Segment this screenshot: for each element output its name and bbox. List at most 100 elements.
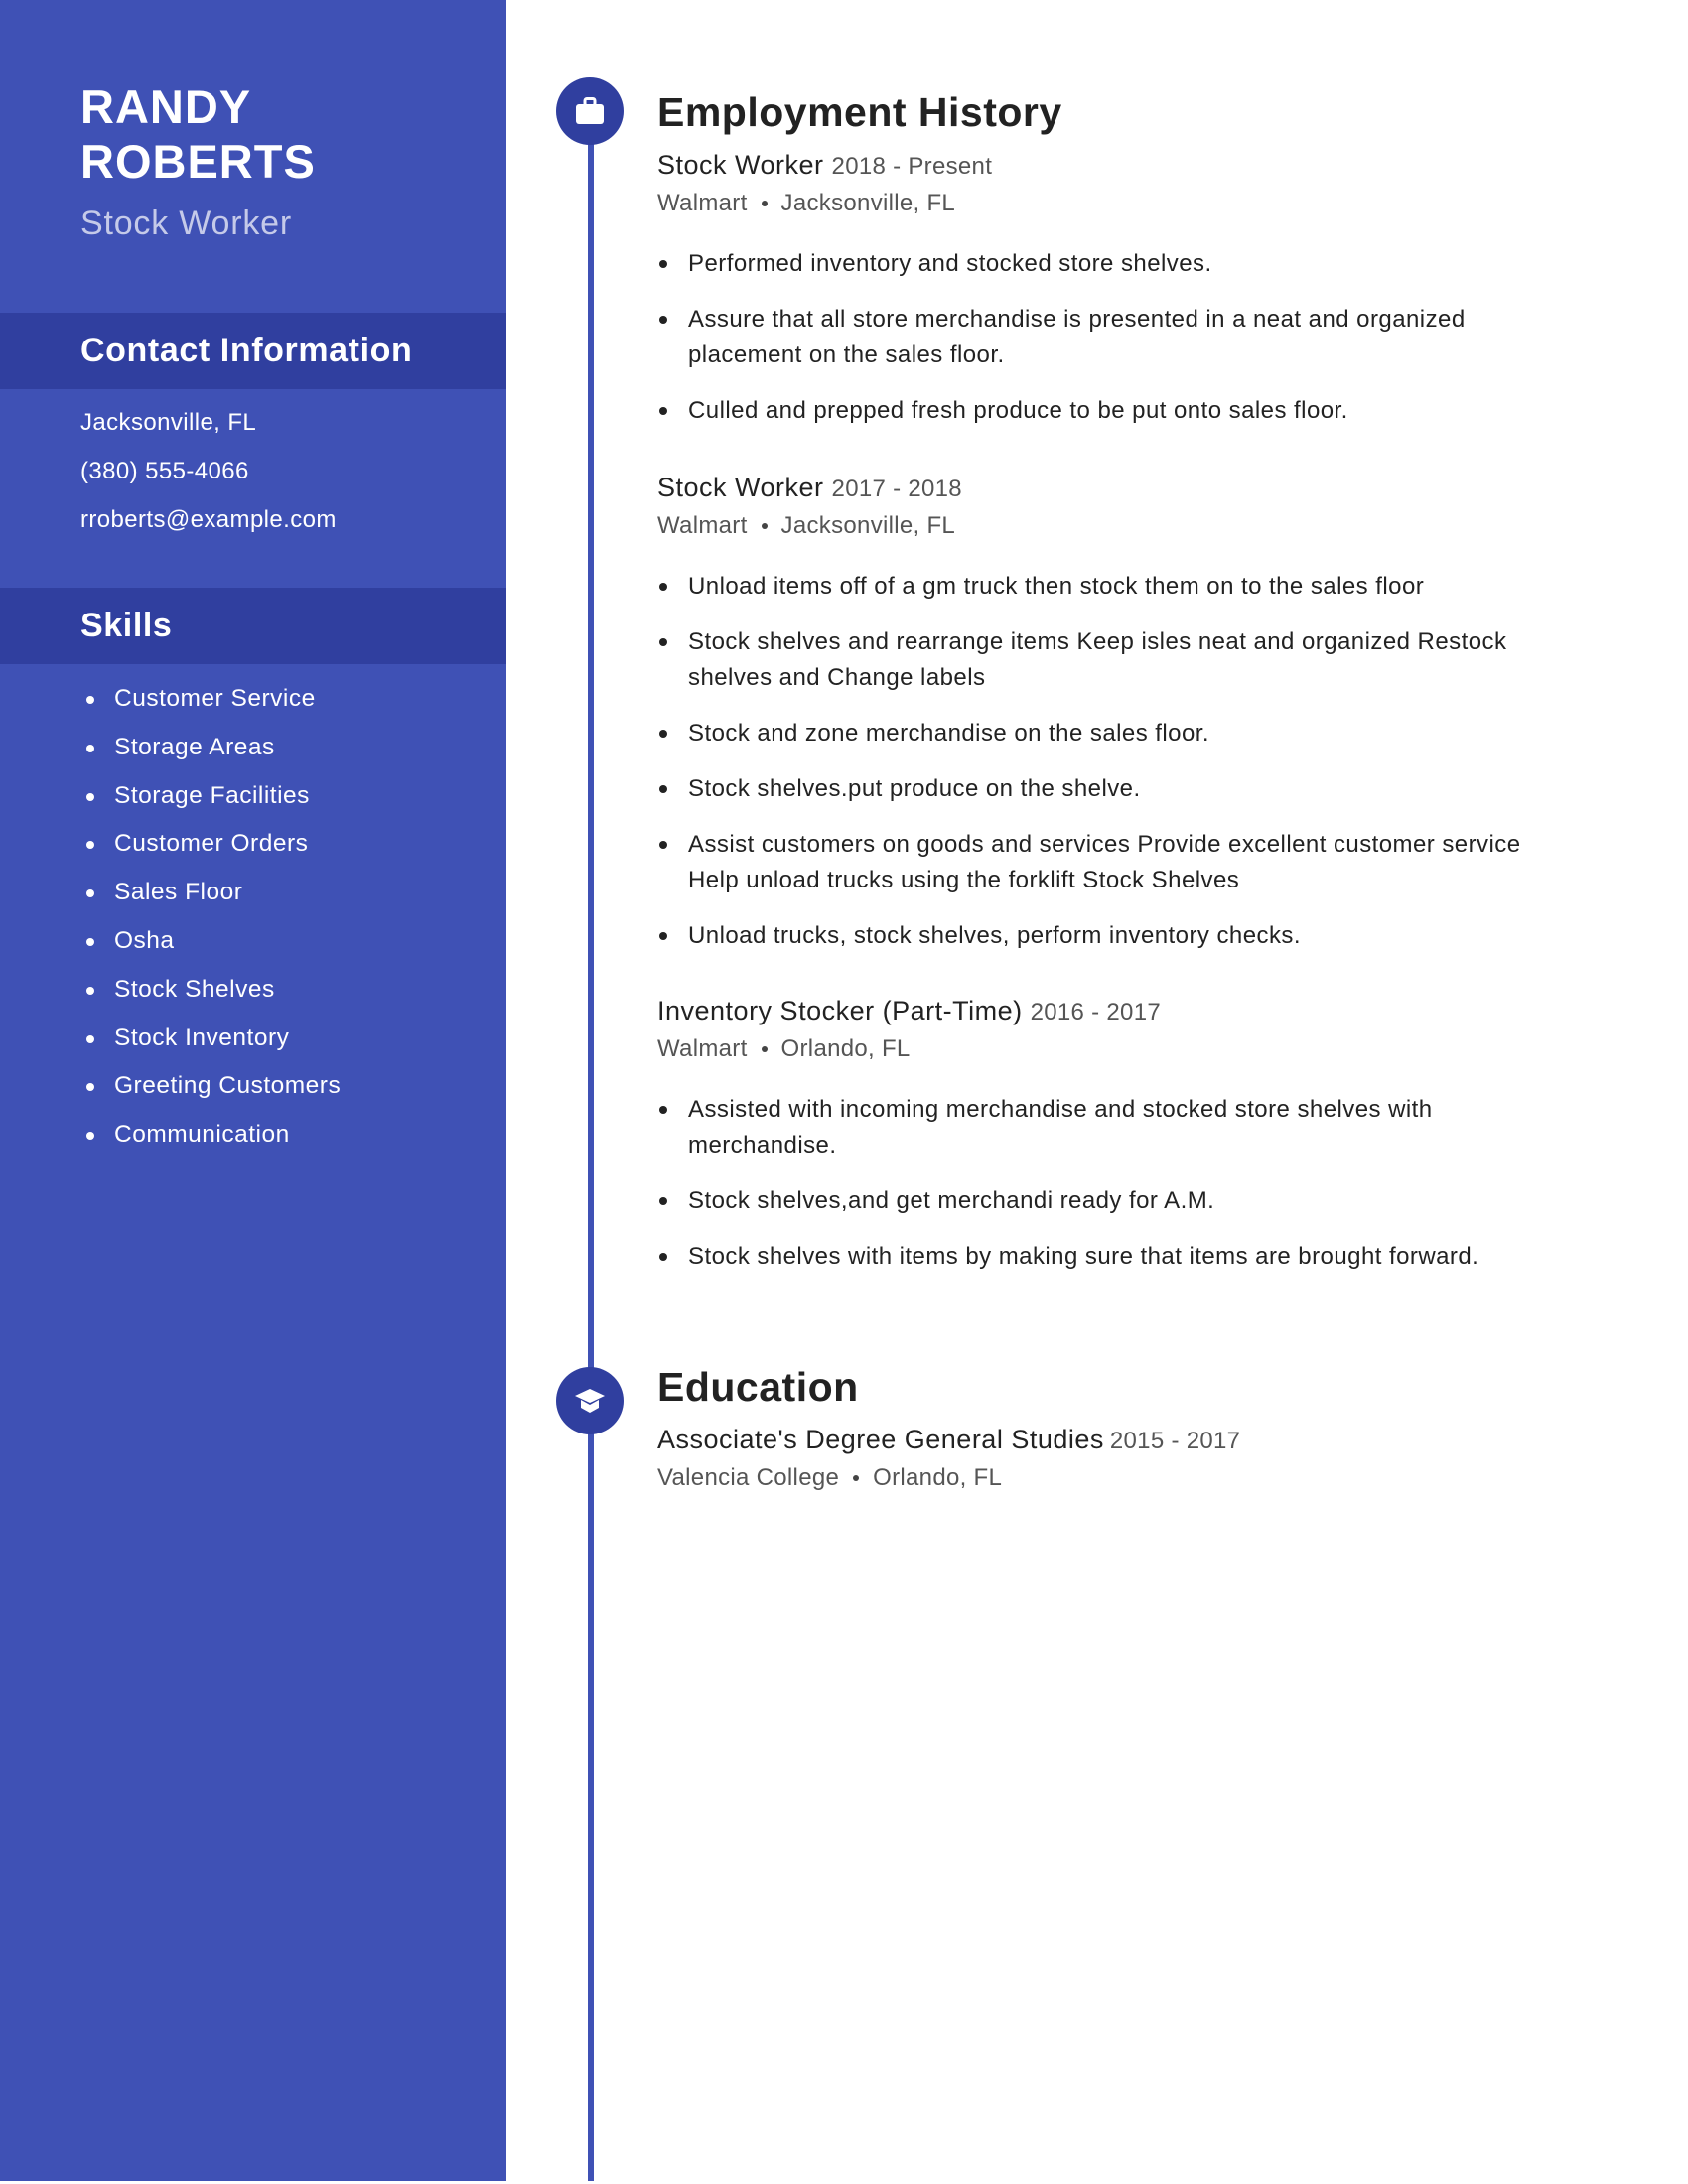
bullet-text: Assure that all store merchandise is pre… [688,306,1466,368]
bullet-text: Assist customers on goods and services P… [688,831,1521,893]
job-bullet: Stock and zone merchandise on the sales … [657,716,1577,751]
job-dates: 2018 - Present [831,153,993,180]
job-bullet: Assisted with incoming merchandise and s… [657,1092,1577,1163]
bullet-icon [659,260,667,268]
skill-item: Communication [0,1120,341,1168]
skills-heading-band: Skills [0,588,506,664]
education-entry: Associate's Degree General Studies 2015 -… [657,1422,1611,1497]
skill-label: Customer Orders [114,830,309,858]
job-title: Inventory Stocker (Part-Time) [657,996,1023,1025]
job-location: Walmart Jacksonville, FL [657,507,1611,545]
job-entry: Inventory Stocker (Part-Time) 2016 - 2017… [657,993,1611,1295]
separator-dot-icon [761,1045,768,1052]
bullet-icon [86,744,94,752]
bullet-icon [659,583,667,591]
job-bullet: Unload trucks, stock shelves, perform in… [657,918,1577,954]
education-dates: 2015 - 2017 [1109,1428,1241,1454]
job-entry: Stock Worker 2017 - 2018 Walmart Jacksonvi… [657,470,1611,974]
last-name: ROBERTS [80,135,316,188]
education-section-marker [556,1367,624,1434]
contact-heading-band: Contact Information [0,313,506,389]
bullet-icon [86,986,94,995]
bullet-text: Stock shelves with items by making sure … [688,1243,1479,1270]
skill-label: Stock Shelves [114,975,275,1003]
bullet-text: Stock and zone merchandise on the sales … [688,720,1210,747]
job-bullet: Stock shelves.put produce on the shelve. [657,771,1577,807]
bullet-icon [86,696,94,704]
contact-location: Jacksonville, FL [80,409,257,436]
bullet-icon [86,792,94,801]
skill-item: Osha [0,926,341,975]
separator-dot-icon [853,1474,860,1481]
separator-dot-icon [761,522,768,529]
job-dates: 2016 - 2017 [1030,999,1162,1025]
school: Valencia College [657,1464,840,1491]
job-location: Walmart Orlando, FL [657,1030,1611,1068]
skills-list: Customer Service Storage Areas Storage F… [0,684,341,1168]
job-bullets: Performed inventory and stocked store sh… [657,246,1611,429]
timeline-line [588,111,594,2181]
skill-item: Storage Areas [0,733,341,781]
skill-label: Customer Service [114,685,316,712]
job-bullet: Unload items off of a gm truck then stoc… [657,569,1577,605]
job-bullets: Unload items off of a gm truck then stoc… [657,569,1611,954]
skill-item: Storage Facilities [0,781,341,830]
job-location: Walmart Jacksonville, FL [657,185,1611,222]
skill-item: Stock Shelves [0,975,341,1024]
job-bullet: Culled and prepped fresh produce to be p… [657,393,1577,429]
candidate-name: RANDY ROBERTS [80,79,316,189]
job-title: Stock Worker [80,205,293,242]
bullet-text: Unload trucks, stock shelves, perform in… [688,922,1301,949]
education-heading: Education [657,1364,859,1410]
skills-heading: Skills [80,607,173,644]
employer: Walmart [657,1035,748,1062]
city: Jacksonville, FL [780,190,956,216]
bullet-text: Culled and prepped fresh produce to be p… [688,397,1348,424]
bullet-icon [659,316,667,324]
skill-label: Storage Areas [114,733,275,760]
job-header: Stock Worker 2018 - Present [657,147,1611,185]
bullet-icon [86,1132,94,1141]
bullet-icon [86,1034,94,1043]
contact-heading: Contact Information [80,332,413,369]
bullet-icon [659,932,667,940]
bullet-text: Stock shelves and rearrange items Keep i… [688,628,1507,691]
bullet-icon [659,407,667,415]
job-bullet: Stock shelves and rearrange items Keep i… [657,624,1577,696]
skill-label: Communication [114,1121,290,1149]
graduation-cap-icon [575,1389,605,1413]
education-location: Valencia College Orlando, FL [657,1459,1611,1497]
job-bullet: Assure that all store merchandise is pre… [657,302,1577,373]
skill-item: Greeting Customers [0,1071,341,1120]
employer: Walmart [657,512,748,539]
bullet-icon [86,841,94,850]
job-title: Stock Worker [657,473,824,502]
skill-label: Sales Floor [114,879,243,906]
skill-label: Storage Facilities [114,781,310,809]
skill-item: Customer Orders [0,829,341,878]
sidebar: RANDY ROBERTS Stock Worker Contact Infor… [0,0,506,2181]
separator-dot-icon [761,200,768,206]
job-bullet: Performed inventory and stocked store sh… [657,246,1577,282]
job-bullet: Stock shelves,and get merchandi ready fo… [657,1183,1577,1219]
bullet-icon [86,937,94,946]
bullet-icon [659,785,667,793]
bullet-icon [659,638,667,646]
job-entry: Stock Worker 2018 - Present Walmart Jackso… [657,147,1611,449]
job-bullets: Assisted with incoming merchandise and s… [657,1092,1611,1275]
job-header: Stock Worker 2017 - 2018 [657,470,1611,507]
contact-phone[interactable]: (380) 555-4066 [80,457,249,486]
job-bullet: Assist customers on goods and services P… [657,827,1577,898]
education-header: Associate's Degree General Studies 2015 -… [657,1422,1611,1459]
job-header: Inventory Stocker (Part-Time) 2016 - 2017 [657,993,1611,1030]
bullet-icon [86,1083,94,1092]
job-title: Stock Worker [657,150,824,180]
bullet-icon [659,841,667,849]
contact-email[interactable]: rroberts@example.com [80,505,337,535]
briefcase-icon [576,97,604,124]
city: Orlando, FL [873,1464,1003,1491]
job-dates: 2017 - 2018 [831,476,962,502]
city: Jacksonville, FL [780,512,956,539]
employer: Walmart [657,190,748,216]
city: Orlando, FL [780,1035,911,1062]
